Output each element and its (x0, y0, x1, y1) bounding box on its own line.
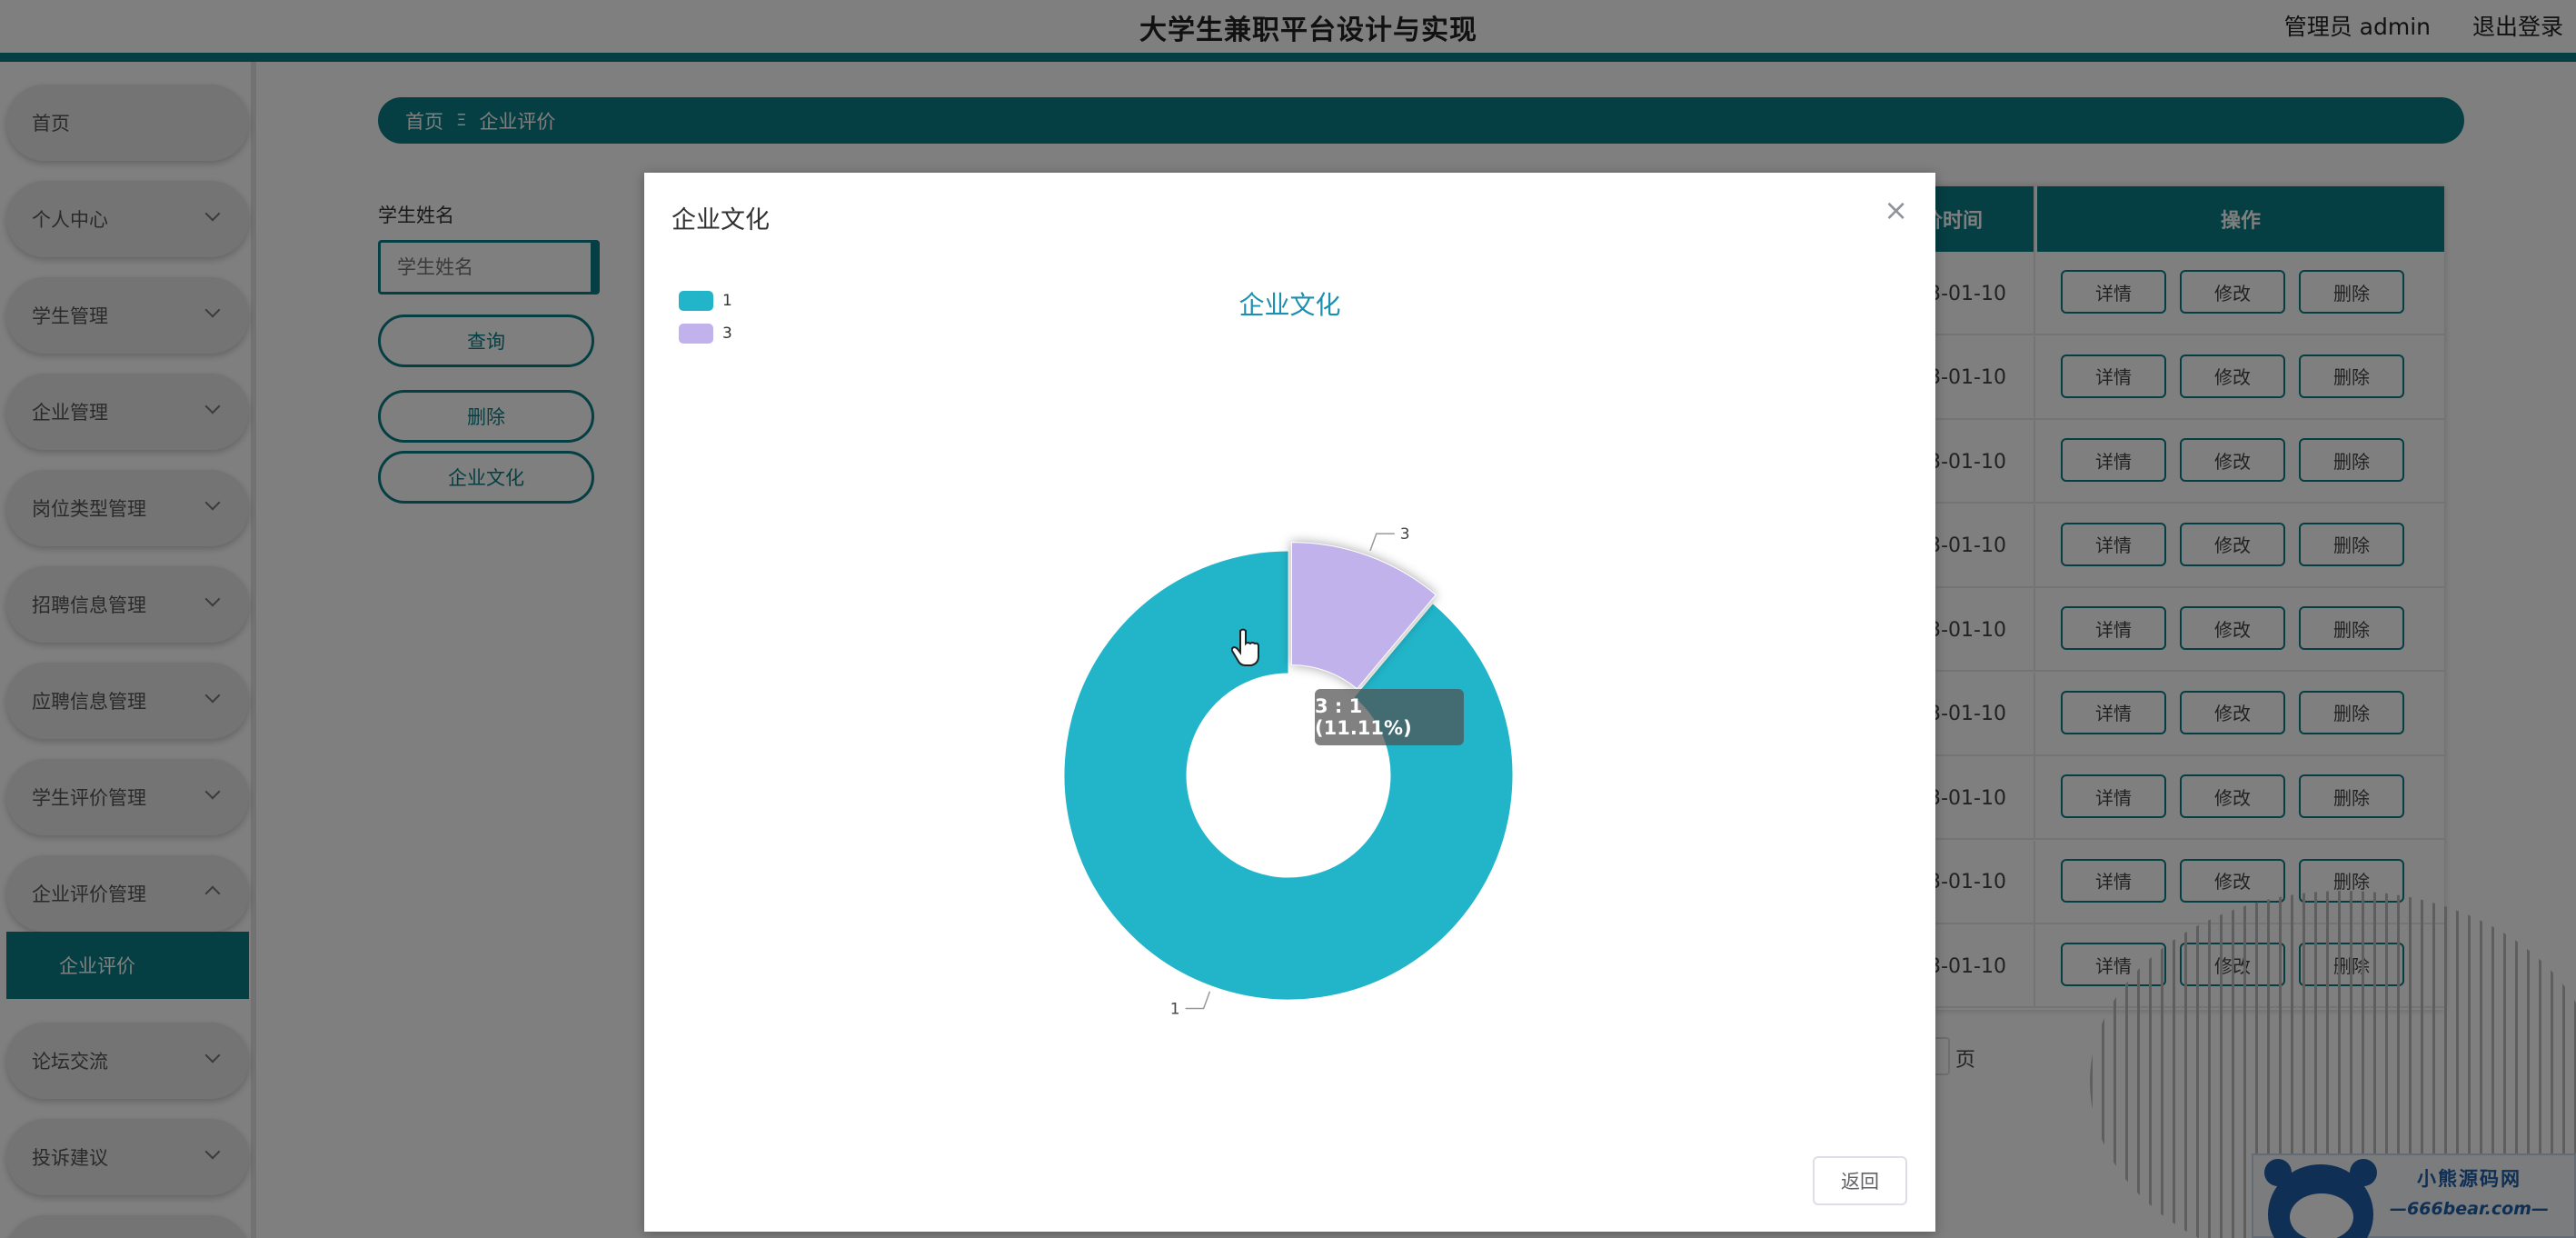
slice-leader-line (1185, 991, 1211, 1010)
chart-dialog: 企业文化 × 1 3 企业文化 13 3 : 1 (11.11%) 返回 (644, 173, 1935, 1232)
donut-chart: 13 (1063, 525, 1514, 1019)
hand-cursor-icon (1231, 628, 1259, 666)
slice-label: 1 (1170, 1001, 1180, 1019)
chart-tooltip: 3 : 1 (11.11%) (1315, 689, 1464, 745)
back-button[interactable]: 返回 (1813, 1156, 1907, 1205)
donut-slice-1[interactable] (1063, 550, 1514, 1001)
slice-label: 3 (1400, 525, 1410, 544)
slice-leader-line (1369, 533, 1395, 552)
